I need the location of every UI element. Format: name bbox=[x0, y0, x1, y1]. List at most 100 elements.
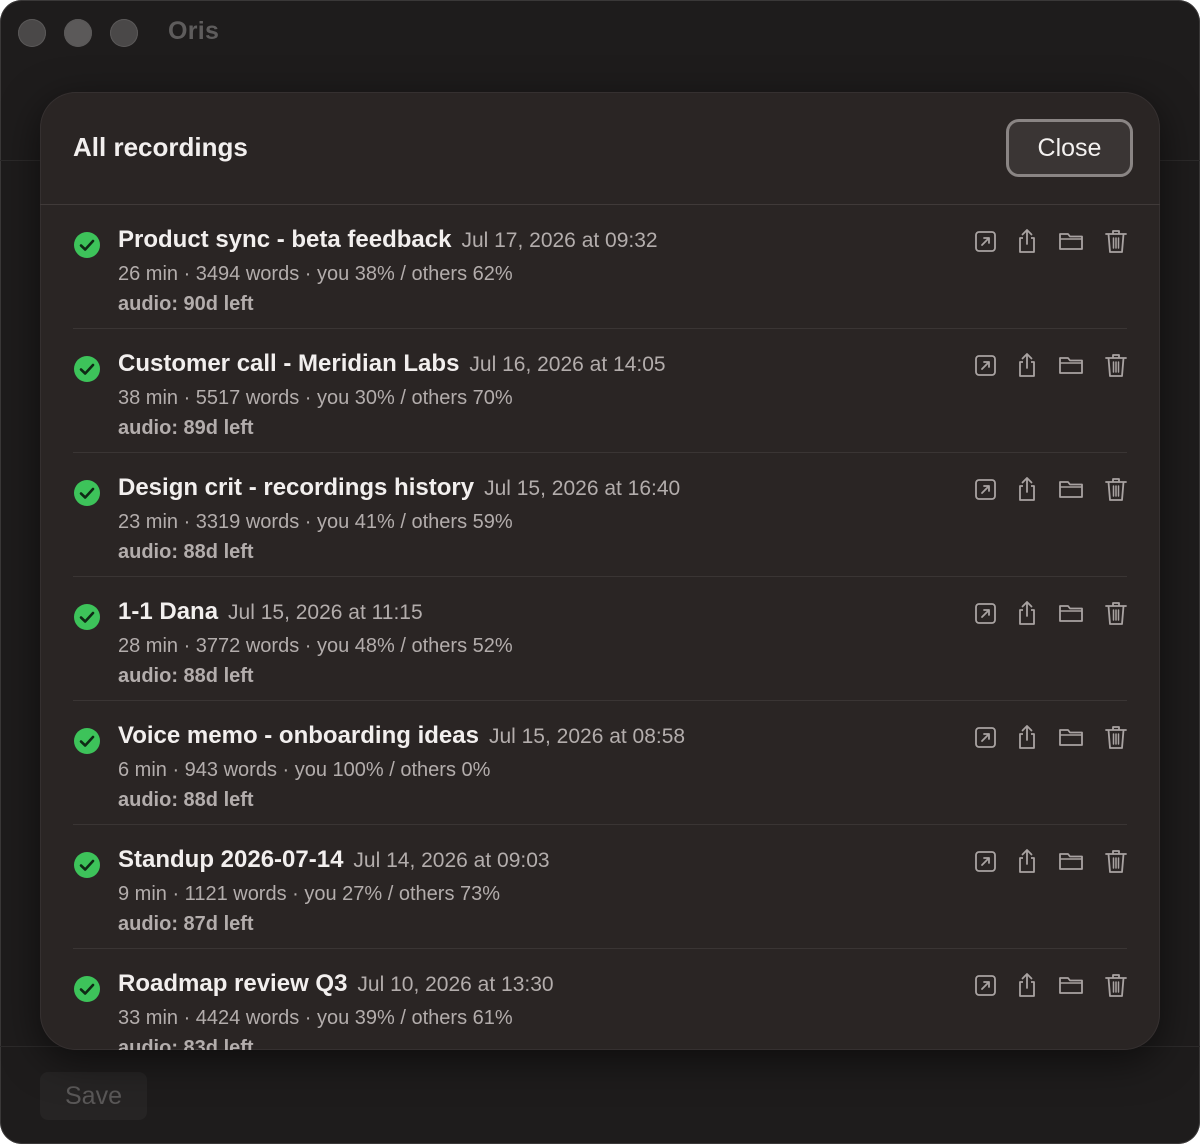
share-icon bbox=[1014, 599, 1040, 627]
trash-button[interactable] bbox=[1103, 599, 1129, 627]
trash-icon bbox=[1103, 723, 1129, 751]
trash-icon bbox=[1103, 227, 1129, 255]
recording-title-line: Roadmap review Q3 Jul 10, 2026 at 13:30 bbox=[118, 970, 554, 998]
recording-row[interactable]: Product sync - beta feedback Jul 17, 2026… bbox=[73, 205, 1127, 329]
folder-icon bbox=[1057, 475, 1085, 503]
share-button[interactable] bbox=[1014, 971, 1040, 999]
recording-title: Roadmap review Q3 bbox=[118, 970, 348, 997]
trash-icon bbox=[1103, 847, 1129, 875]
recordings-list[interactable]: Product sync - beta feedback Jul 17, 2026… bbox=[40, 205, 1160, 1050]
check-circle-icon bbox=[74, 728, 100, 754]
recording-audio-retention: audio: 88d left bbox=[118, 541, 254, 563]
row-actions bbox=[973, 723, 1127, 751]
zoom-window-button[interactable] bbox=[110, 19, 138, 47]
folder-button[interactable] bbox=[1057, 227, 1085, 255]
trash-button[interactable] bbox=[1103, 971, 1129, 999]
recording-row[interactable]: Voice memo - onboarding ideas Jul 15, 202… bbox=[73, 701, 1127, 825]
share-button[interactable] bbox=[1014, 351, 1040, 379]
folder-icon bbox=[1057, 599, 1085, 627]
recording-date: Jul 15, 2026 at 16:40 bbox=[484, 477, 681, 500]
folder-button[interactable] bbox=[1057, 475, 1085, 503]
recording-row[interactable]: Roadmap review Q3 Jul 10, 2026 at 13:30 33… bbox=[73, 949, 1127, 1050]
recording-meta: 23 min · 3319 words · you 41% / others 5… bbox=[118, 511, 513, 533]
row-actions bbox=[973, 599, 1127, 627]
open-button[interactable] bbox=[973, 475, 999, 503]
open-button[interactable] bbox=[973, 227, 999, 255]
share-button[interactable] bbox=[1014, 723, 1040, 751]
recording-title-line: Design crit - recordings history Jul 15, … bbox=[118, 474, 680, 502]
recording-title: Voice memo - onboarding ideas bbox=[118, 722, 479, 749]
folder-icon bbox=[1057, 723, 1085, 751]
trash-button[interactable] bbox=[1103, 227, 1129, 255]
close-button[interactable]: Close bbox=[1006, 119, 1133, 177]
check-circle-icon bbox=[74, 232, 100, 258]
recording-meta: 33 min · 4424 words · you 39% / others 6… bbox=[118, 1007, 513, 1029]
open-icon bbox=[973, 723, 999, 751]
trash-button[interactable] bbox=[1103, 351, 1129, 379]
folder-button[interactable] bbox=[1057, 847, 1085, 875]
recording-date: Jul 16, 2026 at 14:05 bbox=[469, 353, 666, 376]
recording-title-line: Product sync - beta feedback Jul 17, 2026… bbox=[118, 226, 658, 254]
trash-button[interactable] bbox=[1103, 723, 1129, 751]
trash-icon bbox=[1103, 599, 1129, 627]
recording-title: 1-1 Dana bbox=[118, 598, 219, 625]
recording-title-line: Standup 2026-07-14 Jul 14, 2026 at 09:03 bbox=[118, 846, 550, 874]
open-button[interactable] bbox=[973, 599, 999, 627]
folder-button[interactable] bbox=[1057, 351, 1085, 379]
recording-meta: 6 min · 943 words · you 100% / others 0% bbox=[118, 759, 491, 781]
recording-audio-retention: audio: 87d left bbox=[118, 913, 254, 935]
recording-date: Jul 17, 2026 at 09:32 bbox=[461, 229, 658, 252]
share-button[interactable] bbox=[1014, 475, 1040, 503]
trash-icon bbox=[1103, 475, 1129, 503]
recording-audio-retention: audio: 83d left bbox=[118, 1037, 254, 1050]
open-button[interactable] bbox=[973, 351, 999, 379]
open-button[interactable] bbox=[973, 847, 999, 875]
recording-title: Product sync - beta feedback bbox=[118, 226, 452, 253]
recording-date: Jul 15, 2026 at 08:58 bbox=[488, 725, 686, 748]
check-circle-icon bbox=[74, 356, 100, 382]
folder-icon bbox=[1057, 971, 1085, 999]
folder-button[interactable] bbox=[1057, 599, 1085, 627]
folder-button[interactable] bbox=[1057, 971, 1085, 999]
recording-row[interactable]: Standup 2026-07-14 Jul 14, 2026 at 09:03 9… bbox=[73, 825, 1127, 949]
open-icon bbox=[973, 475, 999, 503]
check-circle-icon bbox=[74, 604, 100, 630]
open-icon bbox=[973, 847, 999, 875]
recordings-sheet: All recordings Close Product sync - beta… bbox=[40, 92, 1160, 1050]
open-icon bbox=[973, 227, 999, 255]
recording-title-line: 1-1 Dana Jul 15, 2026 at 11:15 bbox=[118, 598, 423, 626]
row-actions bbox=[973, 475, 1127, 503]
folder-icon bbox=[1057, 351, 1085, 379]
folder-button[interactable] bbox=[1057, 723, 1085, 751]
recording-row[interactable]: Design crit - recordings history Jul 15, … bbox=[73, 453, 1127, 577]
check-circle-icon bbox=[74, 976, 100, 1002]
recording-row[interactable]: 1-1 Dana Jul 15, 2026 at 11:15 28 min · 37… bbox=[73, 577, 1127, 701]
recording-date: Jul 10, 2026 at 13:30 bbox=[357, 973, 554, 996]
recording-row[interactable]: Customer call - Meridian Labs Jul 16, 202… bbox=[73, 329, 1127, 453]
share-button[interactable] bbox=[1014, 227, 1040, 255]
save-button[interactable]: Save bbox=[40, 1072, 147, 1120]
open-icon bbox=[973, 599, 999, 627]
share-button[interactable] bbox=[1014, 847, 1040, 875]
sheet-header: All recordings Close bbox=[40, 92, 1160, 205]
trash-button[interactable] bbox=[1103, 847, 1129, 875]
recording-date: Jul 15, 2026 at 11:15 bbox=[228, 601, 423, 624]
sheet-title: All recordings bbox=[73, 132, 248, 162]
open-button[interactable] bbox=[973, 723, 999, 751]
recording-meta: 28 min · 3772 words · you 48% / others 5… bbox=[118, 635, 513, 657]
app-window: Oris Save All recordings Close Product s… bbox=[0, 0, 1200, 1144]
recording-audio-retention: audio: 89d left bbox=[118, 417, 254, 439]
recording-title-line: Customer call - Meridian Labs Jul 16, 202… bbox=[118, 350, 666, 378]
trash-button[interactable] bbox=[1103, 475, 1129, 503]
check-circle-icon bbox=[74, 480, 100, 506]
share-button[interactable] bbox=[1014, 599, 1040, 627]
recording-audio-retention: audio: 88d left bbox=[118, 665, 254, 687]
recording-title: Design crit - recordings history bbox=[118, 474, 475, 501]
minimize-window-button[interactable] bbox=[64, 19, 92, 47]
open-button[interactable] bbox=[973, 971, 999, 999]
close-window-button[interactable] bbox=[18, 19, 46, 47]
folder-icon bbox=[1057, 847, 1085, 875]
recording-audio-retention: audio: 88d left bbox=[118, 789, 254, 811]
row-actions bbox=[973, 227, 1127, 255]
recording-meta: 9 min · 1121 words · you 27% / others 73… bbox=[118, 883, 501, 905]
